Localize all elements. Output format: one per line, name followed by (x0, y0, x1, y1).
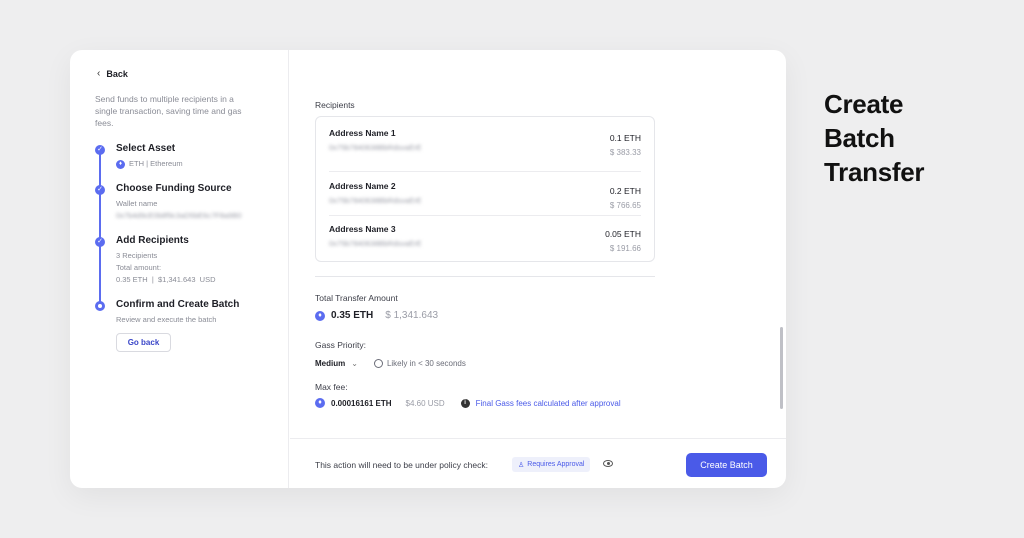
recipient-usd: $ 191.66 (609, 244, 641, 253)
step-title: Choose Funding Source (116, 183, 232, 194)
step-title: Select Asset (116, 143, 176, 154)
max-fee-eth: 0.00016161 ETH (331, 398, 392, 408)
recipient-usd: $ 383.33 (609, 148, 641, 157)
info-icon[interactable]: i (460, 398, 470, 408)
chevron-left-icon: ‹ (97, 68, 101, 79)
step-complete-icon: ✓ (95, 145, 105, 155)
recipient-eth: 0.1 ETH (609, 133, 641, 143)
go-back-button[interactable]: Go back (116, 333, 171, 352)
eth-icon: ♦ (116, 159, 125, 169)
recipient-eth: 0.05 ETH (605, 229, 641, 239)
status-badge: ♙ Requires Approval (512, 457, 591, 472)
recipient-name: Address Name 2 (329, 181, 396, 191)
total-eth: 0.35 ETH (331, 310, 374, 321)
max-fee-usd: $4.60 USD (405, 398, 445, 408)
total-amount: ♦ 0.35 ETH $ 1,341.643 (315, 310, 438, 321)
step-current-icon (95, 301, 105, 311)
divider (329, 215, 641, 216)
step-total-value: 0.35 ETH | $1,341.643 USD (116, 275, 216, 284)
divider (315, 276, 655, 277)
step-subtitle: Wallet name (116, 199, 158, 208)
batch-transfer-card: ‹ Back Send funds to multiple recipients… (70, 50, 786, 488)
action-footer: This action will need to be under policy… (290, 438, 786, 488)
max-fee-note: Final Gass fees calculated after approva… (475, 398, 621, 408)
total-usd: $ 1,341.643 (385, 310, 439, 321)
gauge-icon (373, 359, 383, 368)
recipients-list: Address Name 1 0x75b7840638BbRdsvaErE 0.… (315, 116, 655, 262)
priority-label: Gass Priority: (315, 340, 367, 350)
max-fee-label: Max fee: (315, 382, 348, 392)
step-total-label: Total amount: (116, 263, 162, 272)
step-subtitle: 3 Recipients (116, 251, 158, 260)
eth-icon: ♦ (315, 310, 325, 321)
divider (329, 171, 641, 172)
total-label: Total Transfer Amount (315, 293, 398, 303)
step-subtitle: Review and execute the batch (116, 315, 217, 324)
step-complete-icon: ✓ (95, 185, 105, 195)
recipient-address: 0x75b7840638BbRdsvaErE (329, 239, 422, 248)
recipients-label: Recipients (315, 100, 355, 110)
priority-select[interactable]: Medium (315, 359, 345, 368)
wallet-address: 0x7b4d9cE0b8f9c3aD5bE6c7F8a9B0 (116, 211, 242, 220)
main-panel: Recipients Address Name 1 0x75b7840638Bb… (290, 50, 786, 488)
user-icon: ♙ (518, 461, 525, 469)
recipient-name: Address Name 1 (329, 128, 396, 138)
scrollbar[interactable] (780, 327, 783, 409)
eth-icon: ♦ (315, 398, 325, 408)
headline-line: Create (824, 89, 904, 119)
step-title: Add Recipients (116, 235, 189, 246)
headline-line: Batch (824, 123, 895, 153)
policy-text: This action will need to be under policy… (315, 460, 488, 470)
priority-estimate: Likely in < 30 seconds (373, 359, 466, 368)
back-label: Back (106, 68, 128, 79)
back-button[interactable]: ‹ Back (97, 68, 128, 79)
recipient-eth: 0.2 ETH (609, 186, 641, 196)
recipient-address: 0x75b7840638BbRdsvaErE (329, 143, 422, 152)
create-batch-button[interactable]: Create Batch (686, 453, 767, 477)
page-headline: Create Batch Transfer (824, 87, 925, 189)
recipient-address: 0x75b7840638BbRdsvaErE (329, 196, 422, 205)
step-complete-icon: ✓ (95, 237, 105, 247)
max-fee-row: ♦ 0.00016161 ETH $4.60 USD i Final Gass … (315, 398, 621, 408)
headline-line: Transfer (824, 157, 925, 187)
step-subtitle: ♦ ETH | Ethereum (116, 158, 183, 169)
sidebar-description: Send funds to multiple recipients in a s… (95, 94, 242, 128)
steps-progress-line (99, 149, 101, 304)
recipient-name: Address Name 3 (329, 224, 396, 234)
step-title: Confirm and Create Batch (116, 299, 240, 310)
priority-row: Medium ⌄ Likely in < 30 seconds (315, 359, 466, 368)
steps-sidebar: ‹ Back Send funds to multiple recipients… (70, 50, 289, 488)
chevron-down-icon[interactable]: ⌄ (351, 359, 358, 368)
recipient-usd: $ 766.65 (609, 201, 641, 210)
eye-icon[interactable] (603, 460, 613, 467)
